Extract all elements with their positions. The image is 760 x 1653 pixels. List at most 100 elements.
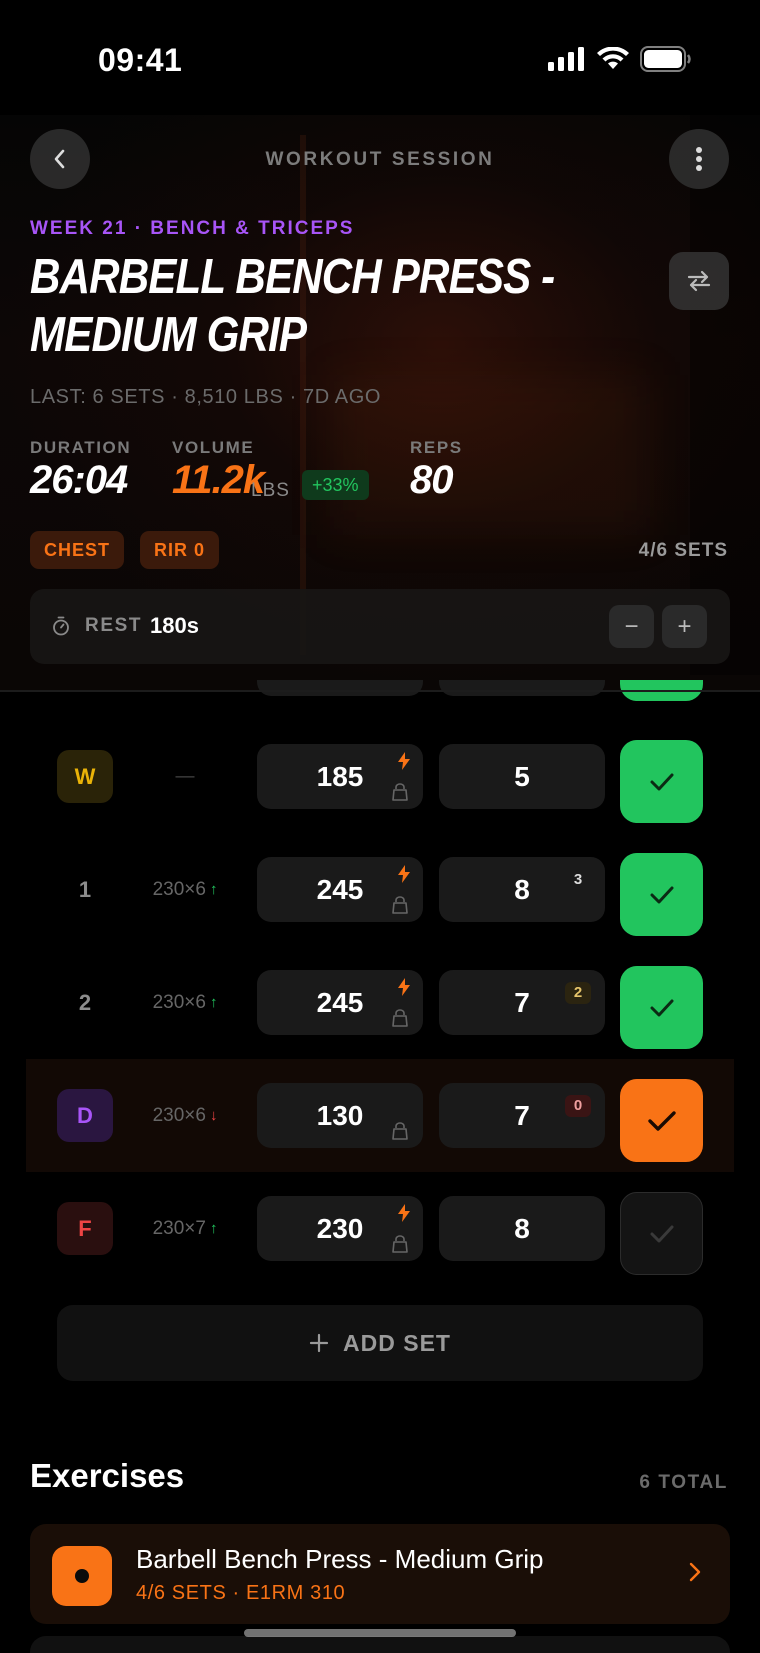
set-type-chip-warmup[interactable]: W (57, 750, 113, 803)
add-set-button[interactable]: ADD SET (57, 1305, 703, 1381)
weight-value: 130 (316, 1099, 364, 1131)
previous-set: 230×6 ↑ (130, 833, 240, 946)
trend-down-icon: ↓ (209, 1107, 218, 1124)
complete-set-checkbox[interactable] (620, 740, 703, 823)
complete-set-checkbox[interactable] (620, 966, 703, 1049)
session-eyebrow: WEEK 21 · BENCH & TRICEPS (30, 218, 355, 239)
more-vertical-icon (696, 147, 702, 171)
reps-value: 5 (514, 760, 530, 792)
set-number[interactable]: 2 (57, 976, 113, 1029)
rest-timer-bar: REST 180s − + (30, 589, 730, 664)
weight-value: 185 (316, 760, 364, 792)
volume-delta-badge: +33% (302, 470, 369, 500)
exercise-active-icon (52, 1546, 112, 1606)
kettlebell-icon (392, 896, 408, 914)
reps-value: 80 (410, 458, 453, 502)
kettlebell-icon (392, 1009, 408, 1027)
rest-value: 180s (150, 613, 199, 638)
weight-input[interactable]: 185 (257, 744, 423, 809)
set-row-2: 2 230×6 ↑ 245 7 2 (0, 946, 760, 1059)
set-row-failure: F 230×7 ↑ 230 8 (0, 1172, 760, 1285)
previous-value: 230×6 (152, 1104, 206, 1126)
rir-badge: 0 (565, 1095, 591, 1117)
previous-value: 230×6 (152, 878, 206, 900)
duration-value: 26:04 (30, 458, 128, 502)
bolt-icon (398, 978, 410, 996)
reps-label: REPS (410, 438, 463, 457)
complete-set-checkbox[interactable] (620, 1079, 703, 1162)
rir-badge: 2 (565, 982, 591, 1004)
trend-up-icon: ↑ (209, 1220, 218, 1237)
swap-arrows-icon (687, 270, 711, 292)
weight-input[interactable]: 230 (257, 1196, 423, 1261)
status-icons (548, 46, 692, 72)
previous-set: 230×6 ↓ (130, 1059, 240, 1172)
previous-set: 230×6 ↑ (130, 946, 240, 1059)
rest-label: REST (85, 615, 143, 636)
previous-value: — (175, 765, 195, 787)
volume-unit: LBS (251, 480, 290, 501)
kettlebell-icon (392, 783, 408, 801)
checkmark-icon (650, 886, 673, 903)
kettlebell-icon (392, 1122, 408, 1140)
reps-value: 8 (514, 1212, 530, 1244)
exercises-heading: Exercises (30, 1457, 185, 1494)
rest-decrease-button[interactable]: − (609, 605, 654, 648)
set-number[interactable]: 1 (57, 863, 113, 916)
reps-input[interactable]: 7 0 (439, 1083, 605, 1148)
header-title: WORKOUT SESSION (265, 149, 495, 170)
set-type-chip-failure[interactable]: F (57, 1202, 113, 1255)
exercise-item-name: Barbell Bench Press - Medium Grip (136, 1544, 544, 1574)
reps-input[interactable]: 8 3 (439, 857, 605, 922)
set-row-warmup: W — 185 5 (0, 720, 760, 833)
complete-set-checkbox[interactable] (620, 1192, 703, 1275)
weight-input[interactable]: 245 (257, 970, 423, 1035)
volume-label: VOLUME (172, 438, 255, 457)
exercise-list-item-partial[interactable] (30, 1636, 730, 1653)
wifi-icon (597, 47, 629, 69)
plus-icon (309, 1333, 329, 1353)
exercise-list-item[interactable]: Barbell Bench Press - Medium Grip 4/6 SE… (30, 1524, 730, 1624)
reps-input[interactable]: 8 (439, 1196, 605, 1261)
reps-value: 7 (514, 1099, 530, 1131)
more-options-button[interactable] (669, 129, 729, 189)
muscle-tag: CHEST (30, 531, 125, 569)
add-set-label: ADD SET (343, 1329, 451, 1356)
set-row-1: 1 230×6 ↑ 245 8 3 (0, 833, 760, 946)
checkmark-icon (650, 1225, 673, 1242)
set-type-chip-dropset[interactable]: D (57, 1089, 113, 1142)
reps-input[interactable]: 5 (439, 744, 605, 809)
rir-tag: RIR 0 (140, 531, 220, 569)
previous-set: 230×7 ↑ (130, 1172, 240, 1285)
trend-up-icon: ↑ (209, 881, 218, 898)
previous-value: 230×7 (152, 1217, 206, 1239)
complete-set-checkbox[interactable] (620, 853, 703, 936)
sets-progress: 4/6 SETS (638, 540, 728, 561)
checkmark-icon (647, 1110, 676, 1131)
duration-label: DURATION (30, 438, 132, 457)
stopwatch-icon (53, 616, 69, 636)
weight-value: 230 (316, 1212, 364, 1244)
bolt-icon (398, 865, 410, 883)
reps-value: 7 (514, 986, 530, 1018)
weight-input[interactable]: 130 (257, 1083, 423, 1148)
weight-input[interactable]: 245 (257, 857, 423, 922)
rest-increase-button[interactable]: + (662, 605, 707, 648)
checkmark-icon (650, 999, 673, 1016)
reps-value: 8 (514, 873, 530, 905)
rir-badge: 3 (573, 871, 583, 888)
kettlebell-icon (392, 1235, 408, 1253)
exercise-item-subtitle: 4/6 SETS · E1RM 310 (136, 1582, 346, 1604)
trend-up-icon: ↑ (209, 994, 218, 1011)
exercise-title: BARBELL BENCH PRESS - MEDIUM GRIP (30, 250, 555, 362)
bolt-icon (398, 1204, 410, 1222)
swap-exercise-button[interactable] (669, 252, 729, 310)
previous-set: — (130, 720, 240, 833)
battery-icon (640, 46, 691, 72)
reps-input[interactable]: 7 2 (439, 970, 605, 1035)
previous-value: 230×6 (152, 991, 206, 1013)
weight-value: 245 (316, 986, 364, 1018)
status-time: 09:41 (98, 42, 183, 78)
last-session-summary: LAST: 6 SETS · 8,510 LBS · 7D AGO (30, 386, 382, 408)
cellular-signal-icon (548, 47, 584, 71)
